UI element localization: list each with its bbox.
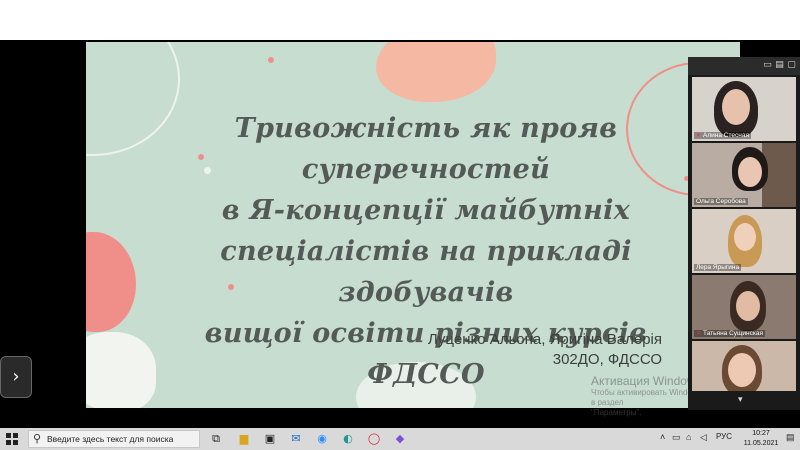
next-page-button[interactable]: ›: [0, 356, 32, 398]
search-icon: ⚲: [33, 432, 42, 445]
participant-name: ✕ Татьяна Сущинская: [694, 330, 765, 337]
participant-name: Ольга Серобова: [694, 198, 748, 205]
notifications-icon[interactable]: ▤: [786, 432, 795, 443]
chevron-right-icon: ›: [12, 366, 20, 387]
clock-time: 10:27: [752, 430, 770, 437]
zoom-app-icon[interactable]: ◉: [314, 431, 330, 447]
zoom-top-bar: [0, 0, 800, 40]
participant-tile[interactable]: Лера Ярыгина: [692, 209, 796, 273]
participant-tile[interactable]: ✕ Алина Стесная: [692, 77, 796, 141]
task-view-icon[interactable]: ⧉: [208, 431, 224, 447]
network-icon[interactable]: ⌂: [686, 432, 691, 442]
chevron-down-icon[interactable]: ▾: [738, 395, 743, 405]
slide-title-line-1: Тривожність як прояв суперечностей: [234, 113, 618, 185]
participant-name: Лера Ярыгина: [694, 264, 742, 271]
taskbar-clock[interactable]: 10:27 11.05.2021: [736, 429, 786, 449]
windows-taskbar: ⚲ Введите здесь текст для поиска ⧉ ▆ ▣ ✉…: [0, 428, 800, 450]
taskbar-search-box[interactable]: ⚲ Введите здесь текст для поиска: [28, 430, 200, 448]
volume-icon[interactable]: ◁: [700, 432, 707, 443]
slide-title-line-2: в Я-концепції майбутніх: [221, 195, 631, 226]
tray-chevron-up-icon[interactable]: ˄: [660, 432, 665, 442]
search-placeholder: Введите здесь текст для поиска: [47, 434, 174, 444]
decor-blob-pink-left: [86, 232, 136, 332]
participant-gallery: ▭ ▤ ▢ ✕ Алина Стесная Ольга Серобова Лера…: [688, 57, 800, 410]
windows-start-icon[interactable]: [6, 433, 18, 445]
battery-icon[interactable]: ▭: [672, 432, 681, 443]
muted-mic-icon: ✕: [696, 331, 702, 337]
participant-tile[interactable]: [692, 341, 796, 391]
presentation-slide: Тривожність як прояв суперечностей в Я-к…: [86, 42, 740, 408]
mail-icon[interactable]: ✉: [288, 431, 304, 447]
participant-name: ✕ Алина Стесная: [694, 132, 751, 139]
edge-browser-icon[interactable]: ◐: [340, 431, 356, 447]
opera-browser-icon[interactable]: ◯: [366, 431, 382, 447]
gallery-header: ▭ ▤ ▢: [688, 57, 800, 75]
clock-date: 11.05.2021: [743, 440, 779, 447]
decor-blob-peach-top: [376, 42, 496, 102]
layout-icon[interactable]: ▤: [774, 60, 785, 71]
slide-authors: Луценко Альона, Яригіна Валерія 302ДО, Ф…: [428, 330, 662, 370]
decor-dot-1: [268, 57, 274, 63]
close-icon[interactable]: ▢: [786, 60, 797, 71]
slide-title-line-3: спеціалістів на прикладі здобувачів: [220, 236, 632, 308]
participant-tile[interactable]: Ольга Серобова: [692, 143, 796, 207]
store-icon[interactable]: ▣: [262, 431, 278, 447]
file-explorer-icon[interactable]: ▆: [236, 431, 252, 447]
input-language[interactable]: РУС: [716, 432, 732, 441]
participant-tile[interactable]: ✕ Татьяна Сущинская: [692, 275, 796, 339]
muted-mic-icon: ✕: [696, 133, 702, 139]
authors-names: Луценко Альона, Яригіна Валерія: [427, 331, 662, 348]
messenger-icon[interactable]: ◆: [392, 431, 408, 447]
authors-group: 302ДО, ФДССО: [552, 351, 662, 368]
minimize-icon[interactable]: ▭: [762, 60, 773, 71]
